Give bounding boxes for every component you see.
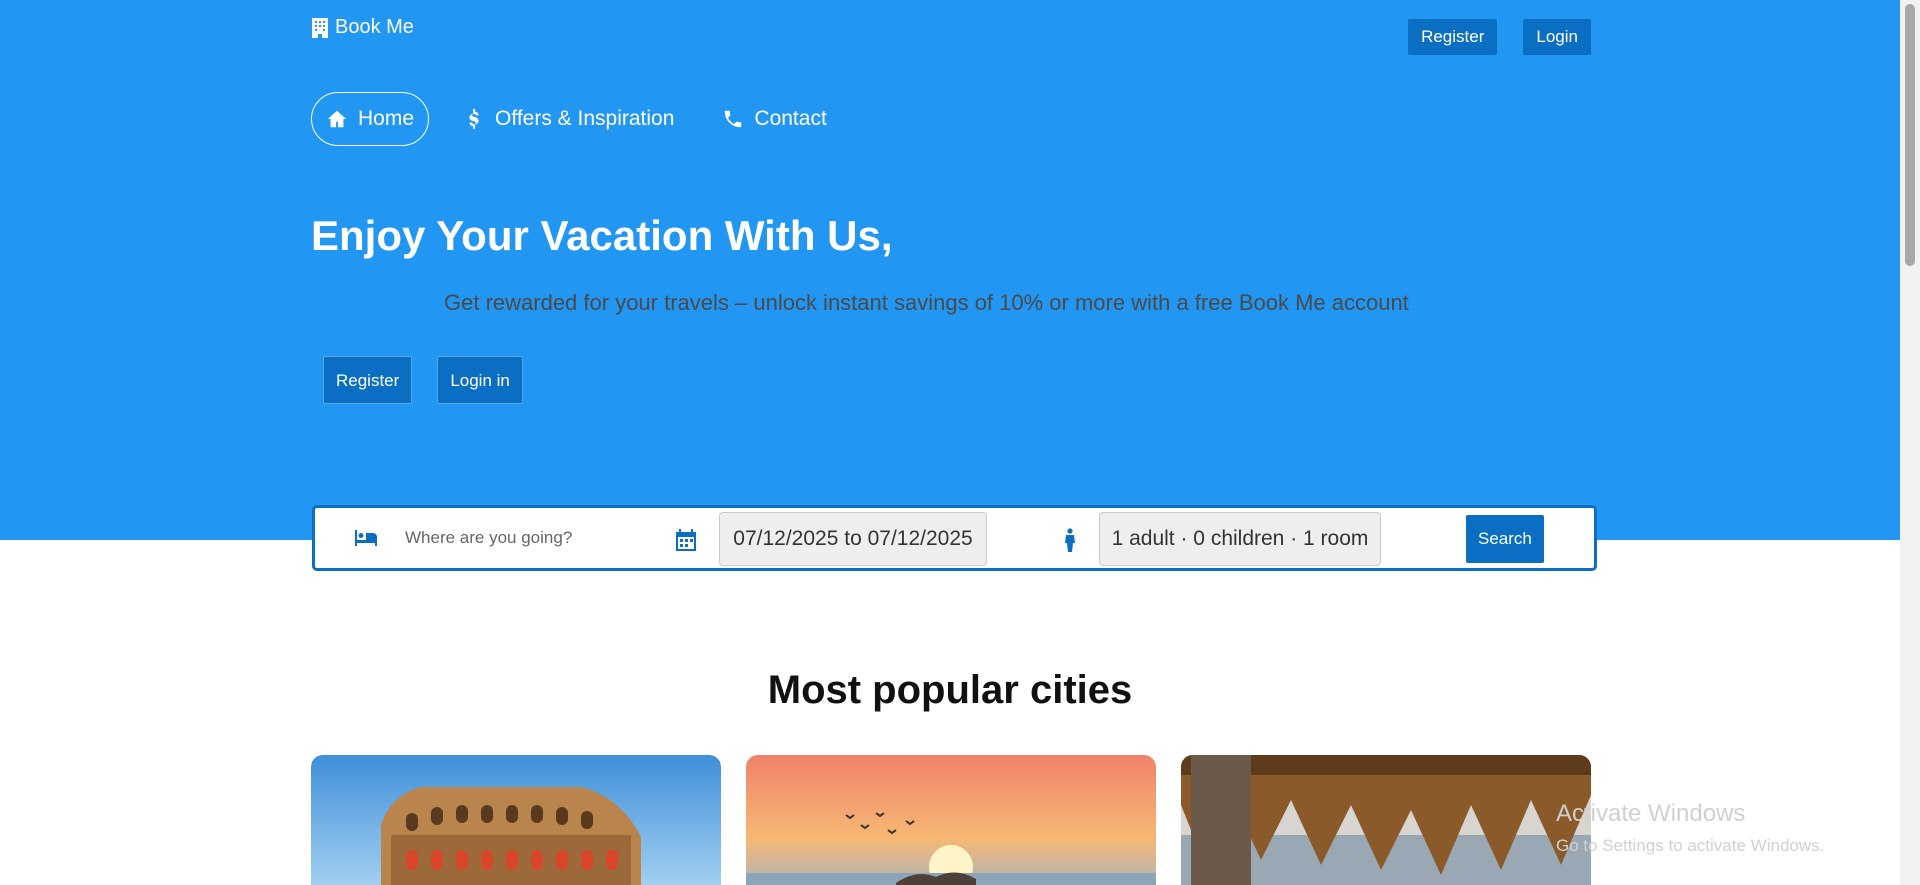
hero-headline: Enjoy Your Vacation With Us, <box>311 212 893 259</box>
dollar-icon <box>469 108 479 130</box>
nav-item-contact[interactable]: Contact <box>708 92 840 146</box>
guests-field[interactable]: 1 adult · 0 children · 1 room <box>1099 512 1381 566</box>
city-card-colosseum[interactable] <box>311 755 721 885</box>
top-auth-buttons: Register Login <box>1408 19 1591 55</box>
top-register-button[interactable]: Register <box>1408 19 1498 55</box>
hero-register-button[interactable]: Register <box>323 356 413 404</box>
colosseum-image <box>311 755 721 885</box>
page-scrollbar[interactable] <box>1900 0 1920 885</box>
home-icon <box>327 110 347 128</box>
os-activation-subtitle: Go to Settings to activate Windows. <box>1556 836 1825 855</box>
city-card-beach-hut[interactable] <box>1181 755 1591 885</box>
brand-logo[interactable]: Book Me <box>311 16 414 39</box>
nav-item-label: Home <box>358 107 415 130</box>
top-login-button[interactable]: Login <box>1523 19 1591 55</box>
beach-hut-image <box>1181 755 1591 885</box>
os-activation-title: Activate Windows <box>1556 800 1746 827</box>
search-bar: 07/12/2025 to 07/12/2025 1 adult · 0 chi… <box>312 505 1597 571</box>
hero-subline: Get rewarded for your travels – unlock i… <box>444 290 1409 315</box>
nav-item-label: Offers & Inspiration <box>495 107 675 130</box>
nav-item-home[interactable]: Home <box>311 92 430 146</box>
hero-auth-buttons: Register Login in <box>323 356 523 404</box>
bed-icon <box>355 530 377 546</box>
hotel-icon <box>312 17 328 38</box>
city-cards <box>311 755 1591 885</box>
destination-group <box>353 525 645 551</box>
scrollbar-thumb[interactable] <box>1905 4 1915 266</box>
calendar-icon <box>676 529 696 551</box>
search-button[interactable]: Search <box>1466 515 1544 563</box>
city-card-sunset[interactable] <box>746 755 1156 885</box>
popular-cities-title: Most popular cities <box>767 668 1133 712</box>
main-nav: Home Offers & Inspiration Contact <box>311 92 841 146</box>
destination-input[interactable] <box>405 528 645 548</box>
person-icon <box>1065 528 1075 552</box>
date-range-field[interactable]: 07/12/2025 to 07/12/2025 <box>719 512 987 566</box>
brand-name: Book Me <box>335 16 414 38</box>
nav-item-label: Contact <box>754 107 827 130</box>
hero-login-button[interactable]: Login in <box>437 356 523 404</box>
nav-item-offers[interactable]: Offers & Inspiration <box>449 92 688 146</box>
hero-section <box>0 0 1900 540</box>
phone-icon <box>725 110 742 128</box>
sunset-image <box>746 755 1156 885</box>
